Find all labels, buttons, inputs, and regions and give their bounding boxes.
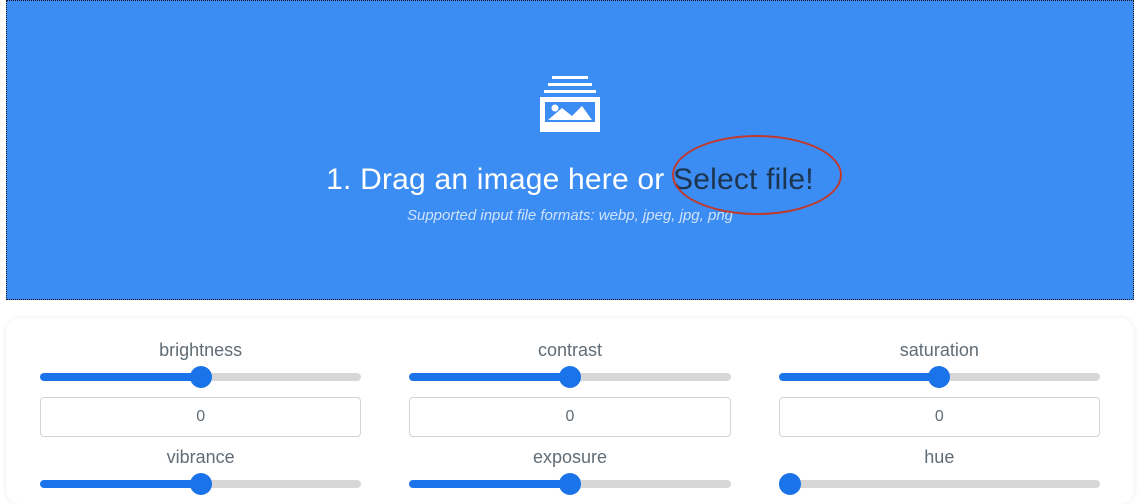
label-brightness: brightness	[159, 340, 242, 361]
control-saturation: saturation 0	[779, 340, 1100, 447]
dropzone-heading: 1. Drag an image here or Select file!	[326, 163, 814, 197]
control-exposure: exposure	[409, 447, 730, 504]
label-exposure: exposure	[533, 447, 607, 468]
slider-vibrance[interactable]	[40, 480, 361, 488]
label-vibrance: vibrance	[167, 447, 235, 468]
dropzone-heading-text: 1. Drag an image here or	[326, 163, 673, 196]
label-saturation: saturation	[900, 340, 979, 361]
slider-contrast[interactable]	[409, 373, 730, 381]
image-dropzone[interactable]: 1. Drag an image here or Select file! Su…	[6, 0, 1134, 300]
value-saturation[interactable]: 0	[779, 397, 1100, 437]
control-vibrance: vibrance	[40, 447, 361, 504]
slider-saturation[interactable]	[779, 373, 1100, 381]
slider-brightness[interactable]	[40, 373, 361, 381]
controls-panel: brightness 0 contrast 0 saturation 0 vib…	[6, 318, 1134, 504]
label-contrast: contrast	[538, 340, 602, 361]
value-brightness[interactable]: 0	[40, 397, 361, 437]
select-file-link[interactable]: Select file!	[673, 163, 814, 196]
control-contrast: contrast 0	[409, 340, 730, 447]
control-hue: hue	[779, 447, 1100, 504]
value-contrast[interactable]: 0	[409, 397, 730, 437]
dropzone-subtext: Supported input file formats: webp, jpeg…	[407, 207, 733, 224]
slider-hue[interactable]	[779, 480, 1100, 488]
slider-exposure[interactable]	[409, 480, 730, 488]
control-brightness: brightness 0	[40, 340, 361, 447]
label-hue: hue	[924, 447, 954, 468]
image-stack-icon	[538, 76, 602, 137]
